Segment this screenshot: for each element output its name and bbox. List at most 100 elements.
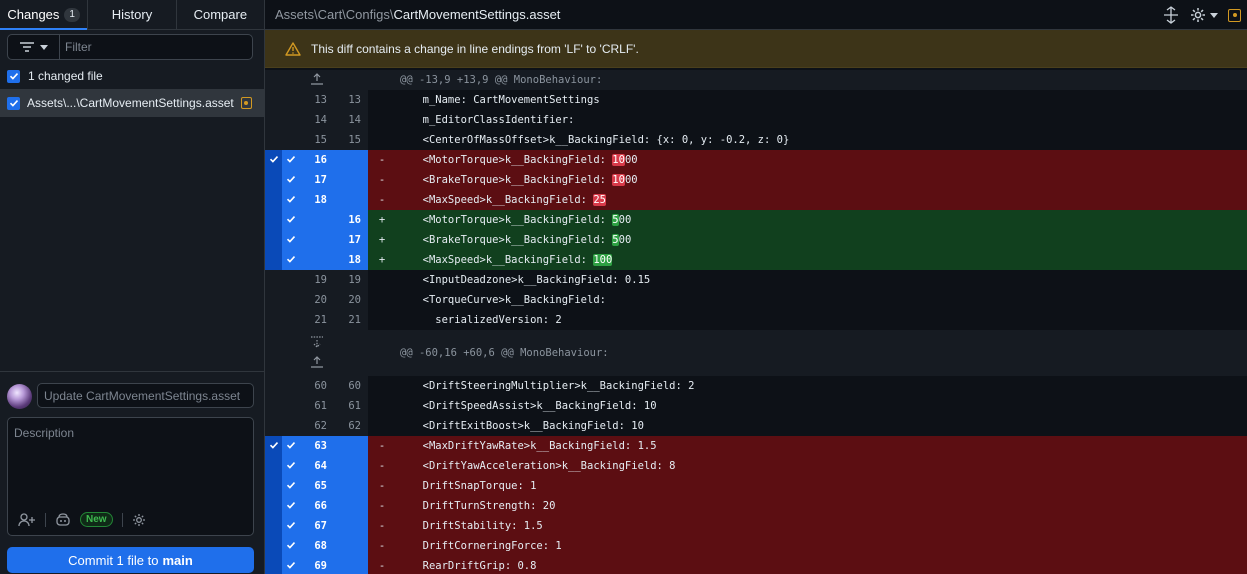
line-select-marker[interactable] (265, 536, 282, 556)
file-checkbox[interactable] (7, 96, 20, 110)
diff-line[interactable]: 63 - <MaxDriftYawRate>k__BackingField: 1.… (265, 436, 1247, 456)
code-suffix: 00 (618, 234, 632, 246)
diff-line[interactable]: 17 - <BrakeTorque>k__BackingField: 10 00 (265, 170, 1247, 190)
line-gutter[interactable]: 64 (265, 456, 368, 476)
line-gutter[interactable]: 68 (265, 536, 368, 556)
diff-marker (368, 274, 396, 286)
diff-line[interactable]: 68 - DriftCorneringForce: 1 (265, 536, 1247, 556)
changed-file-item[interactable]: Assets\...\CartMovementSettings.asset (0, 89, 264, 117)
diff-line[interactable]: 18 + <MaxSpeed>k__BackingField: 100 (265, 250, 1247, 270)
old-line-number: 60 (282, 376, 333, 396)
diff-line: 21 21 serializedVersion: 2 (265, 310, 1247, 330)
line-select-marker[interactable] (265, 556, 282, 574)
diff-line[interactable]: 64 - <DriftYawAcceleration>k__BackingFiel… (265, 456, 1247, 476)
line-select-marker (265, 416, 282, 436)
line-select-marker[interactable] (265, 436, 282, 456)
line-gutter[interactable]: 67 (265, 516, 368, 536)
code-text: DriftStability: 1.5 (396, 516, 1247, 536)
line-gutter[interactable]: 66 (265, 496, 368, 516)
copilot-icon[interactable] (55, 512, 71, 527)
line-select-marker[interactable] (265, 516, 282, 536)
line-select-marker[interactable] (265, 170, 282, 190)
commit-button[interactable]: Commit 1 file to main (7, 547, 254, 573)
description-toolbar: New (18, 512, 146, 527)
warning-text: This diff contains a change in line endi… (311, 41, 639, 56)
diff-line[interactable]: 16 + <MotorTorque>k__BackingField: 5 00 (265, 210, 1247, 230)
diff-line[interactable]: 69 - RearDriftGrip: 0.8 (265, 556, 1247, 574)
old-line-number-text: 65 (314, 480, 327, 492)
filter-icon (19, 42, 34, 52)
code-text: <CenterOfMassOffset>k__BackingField: {x:… (396, 130, 1247, 150)
line-gutter[interactable]: 16 (265, 210, 368, 230)
code-text: <DriftSpeedAssist>k__BackingField: 10 (396, 396, 1247, 416)
code-text: <MotorTorque>k__BackingField: 5 00 (396, 210, 1247, 230)
diff-line[interactable]: 65 - DriftSnapTorque: 1 (265, 476, 1247, 496)
line-select-marker[interactable] (265, 456, 282, 476)
tab-compare[interactable]: Compare (177, 0, 264, 29)
code-text: DriftTurnStrength: 20 (396, 496, 1247, 516)
commit-summary-input[interactable] (37, 383, 254, 408)
chevron-down-icon (1210, 12, 1218, 18)
filter-options-button[interactable] (8, 35, 60, 59)
expand-up-icon (310, 350, 324, 370)
line-select-marker[interactable] (265, 476, 282, 496)
diff-line[interactable]: 17 + <BrakeTorque>k__BackingField: 5 00 (265, 230, 1247, 250)
code-text: <DriftExitBoost>k__BackingField: 10 (396, 416, 1247, 436)
line-select-marker[interactable] (265, 150, 282, 170)
line-gutter[interactable]: 17 (265, 170, 368, 190)
changed-value-highlight: 10 (612, 154, 625, 166)
line-gutter[interactable]: 16 (265, 150, 368, 170)
expand-hunk-button[interactable] (265, 330, 368, 376)
filter-input[interactable] (60, 35, 252, 59)
line-gutter[interactable]: 65 (265, 476, 368, 496)
check-icon (286, 254, 296, 267)
old-line-number: 65 (282, 476, 333, 496)
code-text: DriftCorneringForce: 1 (396, 536, 1247, 556)
code-prefix: <MotorTorque>k__BackingField: (410, 154, 613, 166)
changed-value-highlight: 100 (593, 254, 613, 266)
gear-icon[interactable] (132, 513, 146, 527)
diff-line: 20 20 <TorqueCurve>k__BackingField: (265, 290, 1247, 310)
hunk-header-row: @@ -13,9 +13,9 @@ MonoBehaviour: (265, 70, 1247, 90)
old-line-number: 17 (282, 170, 333, 190)
line-gutter[interactable]: 17 (265, 230, 368, 250)
diff-line[interactable]: 16 - <MotorTorque>k__BackingField: 10 00 (265, 150, 1247, 170)
tab-bar: Changes 1 History Compare (0, 0, 264, 30)
old-line-number-text: 64 (314, 460, 327, 472)
old-line-number: 69 (282, 556, 333, 574)
new-line-number (333, 170, 368, 190)
old-line-number (282, 250, 333, 270)
diff-line[interactable]: 67 - DriftStability: 1.5 (265, 516, 1247, 536)
diff-settings-button[interactable] (1190, 7, 1218, 23)
add-coauthor-icon[interactable] (18, 512, 36, 527)
line-select-marker[interactable] (265, 230, 282, 250)
line-gutter: 14 14 (265, 110, 368, 130)
app-window: Changes1 History Compare 1 changed file … (0, 0, 1247, 574)
diff-marker: - (368, 500, 396, 512)
old-line-number (282, 230, 333, 250)
tab-changes[interactable]: Changes 1 (0, 0, 89, 30)
code-suffix: 00 (618, 214, 632, 226)
expand-hunk-button[interactable] (265, 70, 368, 90)
line-gutter[interactable]: 69 (265, 556, 368, 574)
line-select-marker[interactable] (265, 250, 282, 270)
tab-history[interactable]: History (88, 0, 177, 29)
diff-line[interactable]: 66 - DriftTurnStrength: 20 (265, 496, 1247, 516)
code-prefix: DriftTurnStrength: 20 (410, 500, 556, 512)
line-select-marker[interactable] (265, 496, 282, 516)
line-gutter: 19 19 (265, 270, 368, 290)
diff-marker (368, 114, 396, 126)
line-gutter[interactable]: 18 (265, 190, 368, 210)
commit-description-input[interactable] (8, 418, 253, 506)
expand-whole-file-icon[interactable] (1162, 6, 1180, 24)
new-line-number: 16 (348, 214, 361, 226)
diff-line[interactable]: 18 - <MaxSpeed>k__BackingField: 25 (265, 190, 1247, 210)
old-line-number-text: 68 (314, 540, 327, 552)
line-gutter[interactable]: 63 (265, 436, 368, 456)
line-select-marker[interactable] (265, 190, 282, 210)
select-all-checkbox[interactable] (7, 69, 20, 83)
new-line-number: 19 (333, 270, 368, 290)
new-line-number (333, 556, 368, 574)
line-gutter[interactable]: 18 (265, 250, 368, 270)
line-select-marker[interactable] (265, 210, 282, 230)
